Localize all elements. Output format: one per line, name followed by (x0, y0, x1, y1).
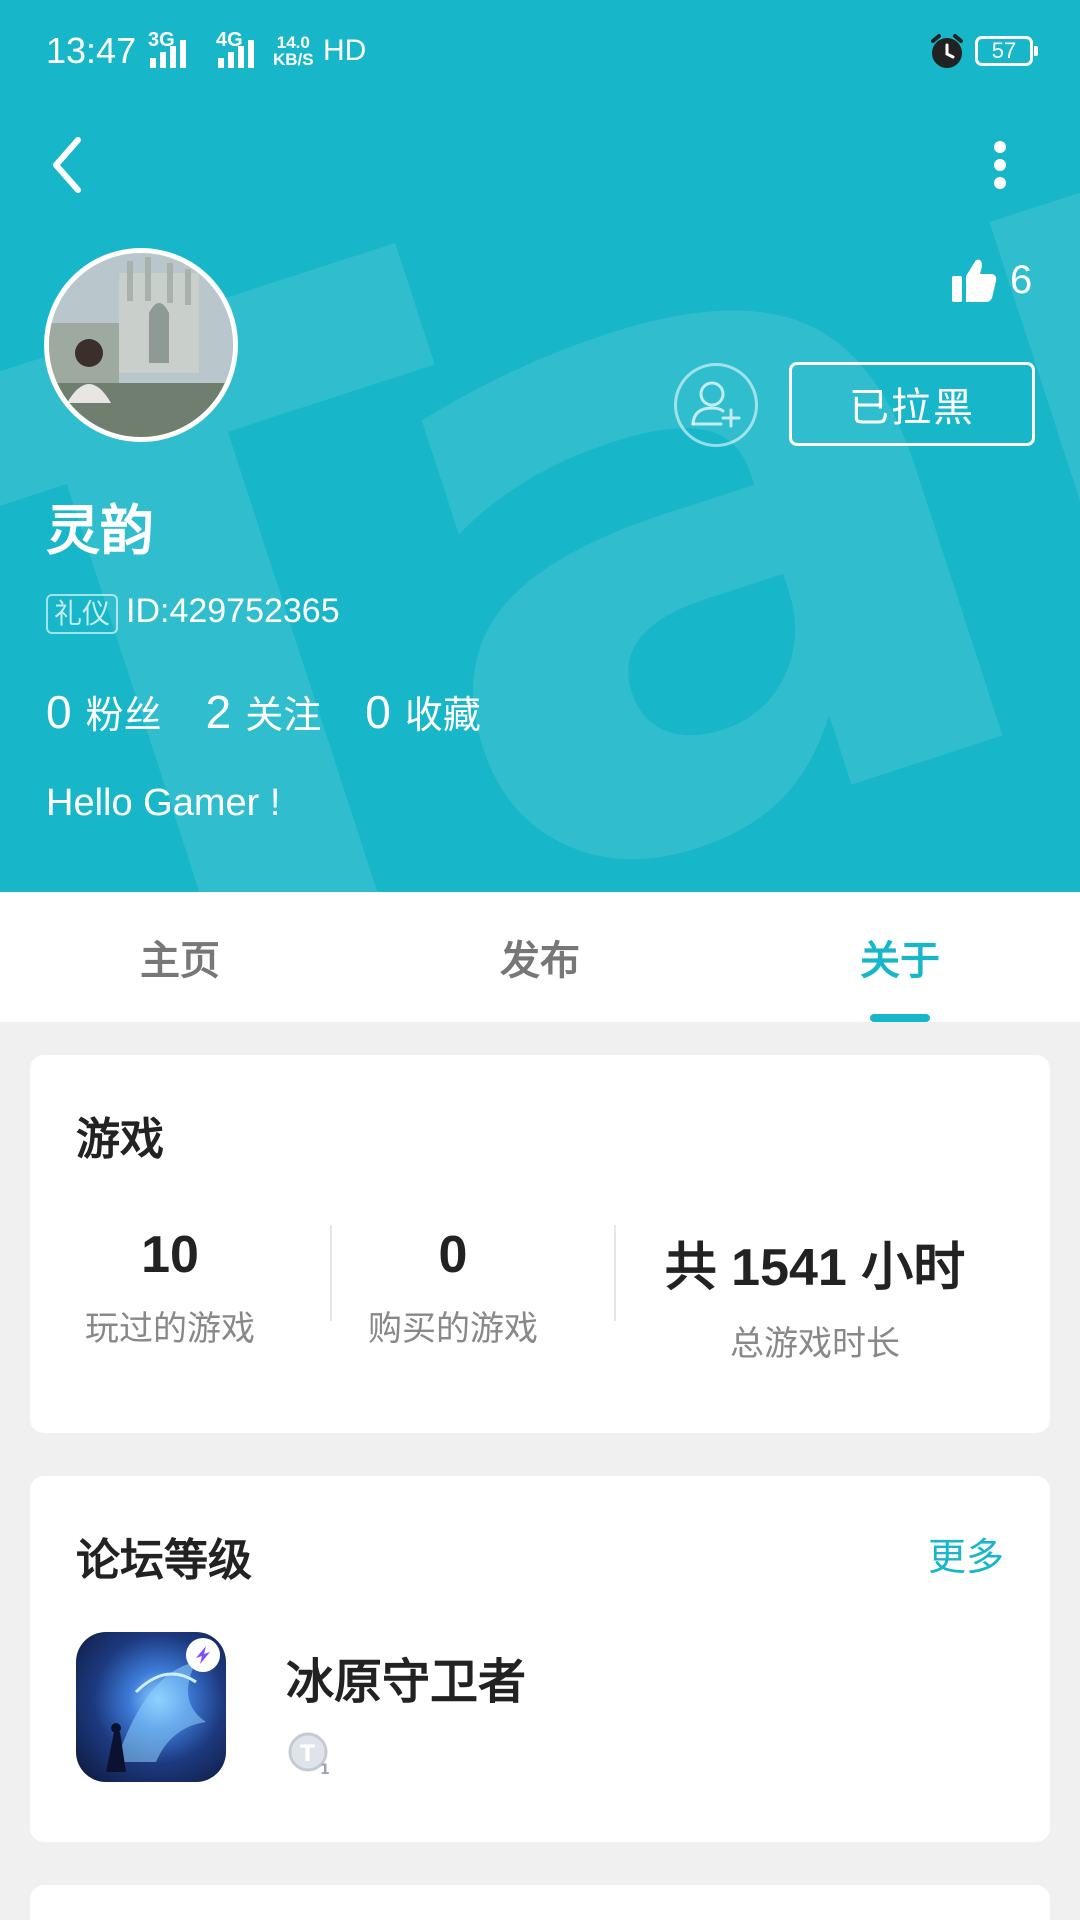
forum-level-item[interactable]: 冰原守卫者 T 1 (76, 1632, 976, 1784)
profile-header: Tap 13:47 3G 4G 14.0 KB/S HD 57 6 已拉黑 灵韵… (0, 0, 1080, 892)
status-bar: 13:47 3G 4G 14.0 KB/S HD 57 (0, 0, 1080, 104)
status-time: 13:47 (46, 30, 137, 71)
network-speed-unit: KB/S (273, 50, 314, 69)
games-played-label: 玩过的游戏 (85, 1309, 255, 1349)
back-arrow-icon[interactable] (44, 130, 94, 200)
stat-value: 2 (205, 686, 232, 738)
stat-value: 0 (46, 686, 72, 738)
total-playtime-value: 共 1541 小时 (664, 1239, 966, 1297)
stat-label: 收藏 (404, 693, 481, 737)
user-id: ID:429752365 (126, 592, 340, 630)
profile-tabs: 主页 发布 关于 (0, 892, 1080, 1022)
network-speed: 14.0 KB/S (273, 34, 314, 68)
games-played-value: 10 (141, 1226, 199, 1284)
hd-indicator: HD (323, 34, 367, 67)
stat-label: 关注 (245, 693, 322, 737)
forum-card-title: 论坛等级 (76, 1535, 252, 1586)
games-bought-stat[interactable]: 0 购买的游戏 (353, 1225, 553, 1350)
etiquette-badge[interactable]: 礼仪 (46, 594, 119, 634)
divider (614, 1225, 616, 1321)
more-link[interactable]: 更多 (928, 1526, 1004, 1581)
level-badge-icon: T 1 (288, 1732, 330, 1778)
tab-about[interactable]: 关于 (720, 892, 1080, 1022)
total-playtime-stat[interactable]: 共 1541 小时 总游戏时长 (650, 1225, 980, 1365)
more-options-icon[interactable] (985, 135, 1015, 195)
games-stats: 10 玩过的游戏 0 购买的游戏 共 1541 小时 总游戏时长 (30, 1225, 1050, 1365)
network-speed-value: 14.0 (276, 33, 310, 52)
stat-label: 粉丝 (85, 693, 162, 737)
game-icon (76, 1632, 226, 1782)
battery-level: 57 (991, 38, 1017, 63)
forum-level-card: 论坛等级 更多 冰原守卫者 T 1 (30, 1476, 1050, 1842)
alarm-icon (931, 34, 963, 68)
level-badge-letter: T (300, 1742, 315, 1767)
games-bought-value: 0 (438, 1226, 468, 1284)
total-playtime-label: 总游戏时长 (730, 1324, 900, 1364)
signal-2-icon (218, 38, 254, 68)
bio: Hello Gamer ! (46, 782, 281, 824)
battery-icon: 57 (975, 36, 1038, 66)
games-card: 游戏 10 玩过的游戏 0 购买的游戏 共 1541 小时 总游戏时长 (30, 1055, 1050, 1433)
username: 灵韵 (46, 499, 154, 562)
level-badge-number: 1 (320, 1762, 330, 1778)
games-bought-label: 购买的游戏 (368, 1309, 538, 1349)
divider (330, 1225, 332, 1321)
tab-home[interactable]: 主页 (0, 892, 360, 1022)
avatar[interactable] (44, 248, 238, 442)
likes-counter[interactable]: 6 (950, 250, 1032, 310)
stat-following[interactable]: 2 关注 (206, 684, 322, 739)
add-user-icon (691, 381, 741, 428)
likes-count: 6 (1010, 257, 1033, 302)
games-played-stat[interactable]: 10 玩过的游戏 (70, 1225, 270, 1350)
thumbs-up-icon (952, 259, 997, 302)
games-card-title: 游戏 (76, 1114, 164, 1165)
stat-value: 0 (365, 686, 391, 738)
game-name: 冰原守卫者 (286, 1654, 527, 1710)
signal-1-icon (150, 38, 186, 68)
next-card-peek (30, 1885, 1050, 1920)
blocked-button[interactable]: 已拉黑 (789, 362, 1035, 446)
stat-favorites[interactable]: 0 收藏 (365, 684, 481, 739)
game-badge-icon (186, 1638, 220, 1672)
profile-stats: 0 粉丝 2 关注 0 收藏 (46, 684, 525, 739)
follow-button[interactable] (674, 363, 758, 447)
stat-fans[interactable]: 0 粉丝 (46, 684, 162, 739)
header-watermark: Tap (0, 0, 1080, 892)
tab-posts[interactable]: 发布 (360, 892, 720, 1022)
